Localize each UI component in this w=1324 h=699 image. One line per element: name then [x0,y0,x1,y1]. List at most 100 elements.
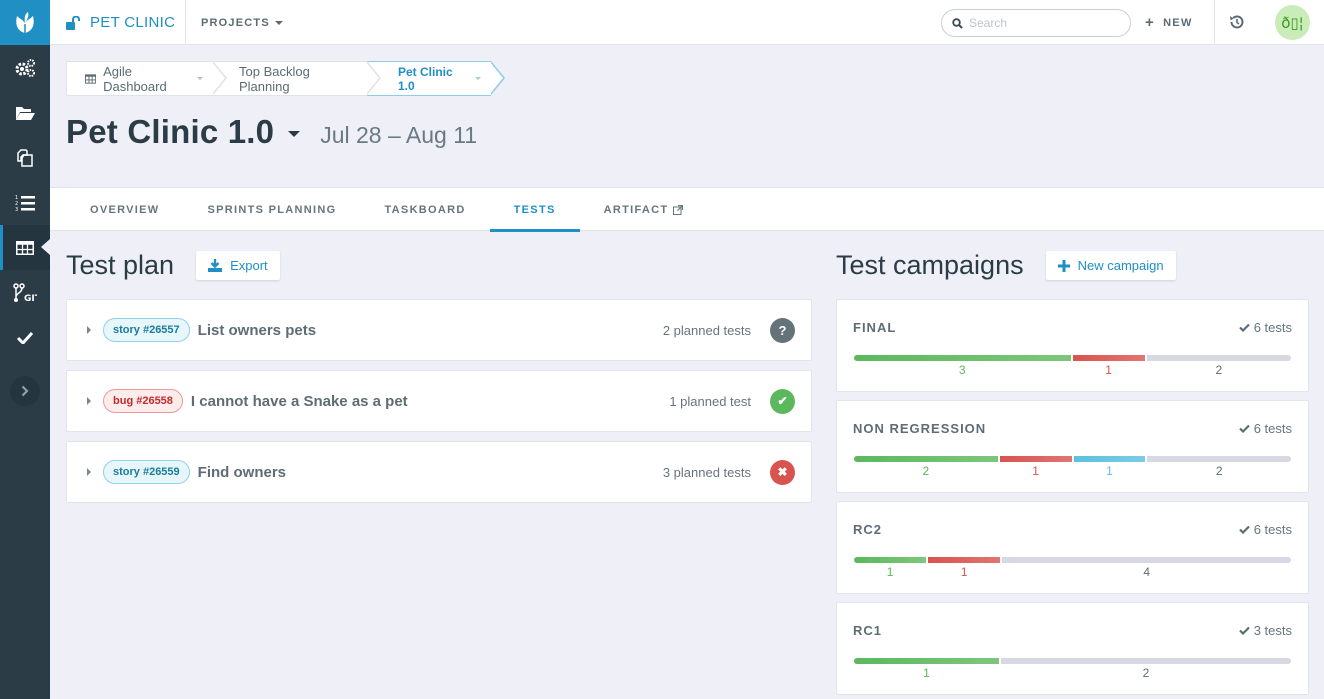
user-avatar[interactable]: ð▯¦ [1275,5,1310,40]
test-plan-item-title: List owners pets [197,321,317,339]
sidebar-item-git[interactable]: GIT [0,270,50,315]
tab-artifact[interactable]: ARTIFACT [580,188,708,231]
test-plan-title: Test plan [66,250,175,280]
campaign-name: NON REGRESSION [853,421,987,436]
progress-segment-count: 2 [922,464,930,478]
campaign-name: RC1 [853,623,883,638]
test-plan-item-title: Find owners [197,463,287,481]
tab-overview[interactable]: OVERVIEW [66,188,184,231]
tab-label: TASKBOARD [384,203,466,216]
caret-down-icon [197,77,203,80]
search-box[interactable] [941,9,1131,37]
chevron-right-icon [21,385,29,397]
tab-sprints-planning[interactable]: SPRINTS PLANNING [184,188,361,231]
caret-down-icon [475,77,481,80]
tab-tests[interactable]: TESTS [489,188,580,232]
planned-tests-count: 3 planned tests [662,464,751,480]
unlock-icon [66,15,80,30]
campaign-card[interactable]: FINAL 6 tests 3 1 2 [836,299,1309,392]
tab-taskboard[interactable]: TASKBOARD [360,188,489,231]
search-input[interactable] [969,16,1119,30]
planned-tests-count: 2 planned tests [662,322,751,338]
progress-segment-count: 1 [923,666,930,680]
progress-segment-count: 2 [1142,666,1150,680]
campaign-name: RC2 [853,522,883,537]
breadcrumb-label: Top Backlog Planning [239,63,310,94]
progress-segment-notrun: 2 [1147,456,1291,478]
progress-segment-notrun: 2 [1146,355,1291,377]
progress-segment-count: 1 [1105,363,1112,377]
project-link[interactable]: PET CLINIC [66,0,175,45]
progress-segment-passed: 3 [854,355,1071,377]
campaign-test-count-label: 6 tests [1253,320,1292,335]
sidebar-expand-button[interactable] [10,376,40,406]
tab-label: OVERVIEW [90,203,160,216]
test-plan-item[interactable]: bug #26558 I cannot have a Snake as a pe… [66,370,812,432]
sidebar-item-admin[interactable] [0,45,50,90]
campaign-progress-bar: 12 [854,658,1291,680]
breadcrumb-separator [490,61,505,95]
sidebar-item-files[interactable] [0,135,50,180]
progress-segment-count: 4 [1143,565,1151,579]
campaign-test-count-label: 6 tests [1253,421,1292,436]
campaign-test-count: 3 tests [1238,623,1292,638]
breadcrumb-agile-dashboard[interactable]: Agile Dashboard [66,61,227,96]
campaign-test-count: 6 tests [1238,320,1292,335]
progress-segment-count: 1 [1106,464,1113,478]
git-icon: GIT [13,282,37,303]
projects-menu[interactable]: PROJECTS [201,0,283,45]
campaign-test-count: 6 tests [1238,421,1292,436]
history-icon[interactable] [1228,13,1246,31]
table-icon [85,73,97,84]
artifact-badge[interactable]: bug #26558 [103,389,183,413]
planned-tests-count: 1 planned test [669,393,751,409]
export-button[interactable]: Export [196,251,280,280]
breadcrumb-separator [212,61,227,95]
expand-caret-icon[interactable] [87,468,91,476]
check-icon [17,331,33,344]
search-icon [952,17,963,29]
progress-segment-passed: 2 [854,456,998,478]
breadcrumb-pet-clinic[interactable]: Pet Clinic 1.0 [367,61,505,96]
ordered-list-icon: 123 [15,195,35,212]
tab-label: TESTS [513,203,556,216]
progress-segment-count: 1 [960,565,968,579]
app-logo[interactable] [0,0,50,45]
test-plan-item[interactable]: story #26559 Find owners 3 planned tests… [66,441,812,503]
table-icon [16,240,34,255]
progress-segment-passed: 1 [854,557,927,579]
expand-caret-icon[interactable] [87,326,91,334]
campaign-card[interactable]: RC2 6 tests 1 1 4 [836,501,1309,594]
breadcrumb-label: Pet Clinic 1.0 [398,64,453,93]
new-campaign-button[interactable]: New campaign [1045,251,1176,280]
sidebar-item-backlog[interactable]: 123 [0,180,50,225]
sidebar-item-tests[interactable] [0,315,50,360]
campaign-test-count: 6 tests [1238,522,1292,537]
sidebar-item-agile-dashboard[interactable] [0,225,50,270]
svg-text:3: 3 [15,207,18,212]
campaign-card[interactable]: RC1 3 tests 12 [836,602,1309,695]
milestone-switcher-caret-icon[interactable] [288,131,301,137]
artifact-badge[interactable]: story #26557 [103,318,190,342]
expand-caret-icon[interactable] [87,397,91,405]
divider [185,0,186,45]
artifact-badge[interactable]: story #26559 [103,460,190,484]
campaign-progress-bar: 2 1 1 2 [854,456,1291,478]
test-campaigns-header: Test campaigns New campaign [836,250,1176,281]
sidebar-item-documents[interactable] [0,90,50,135]
check-icon [1238,525,1250,534]
progress-segment-count: 2 [1215,363,1223,377]
tab-label: SPRINTS PLANNING [207,203,337,216]
test-campaigns-list: FINAL 6 tests 312 NON REGRESSION 6 tests… [836,299,1309,699]
progress-segment-failed: 1 [999,456,1072,478]
project-name: PET CLINIC [90,14,176,31]
breadcrumb-top-backlog[interactable]: Top Backlog Planning [213,61,381,96]
progress-segment-notrun: 2 [1001,658,1291,680]
check-icon [1238,424,1250,433]
campaign-card[interactable]: NON REGRESSION 6 tests 2 1 1 2 [836,400,1309,493]
new-button[interactable]: + NEW [1145,0,1193,45]
leaf-logo-icon [16,11,34,33]
check-icon [1238,626,1250,635]
test-plan-item[interactable]: story #26557 List owners pets 2 planned … [66,299,812,361]
campaign-test-count-label: 6 tests [1253,522,1292,537]
